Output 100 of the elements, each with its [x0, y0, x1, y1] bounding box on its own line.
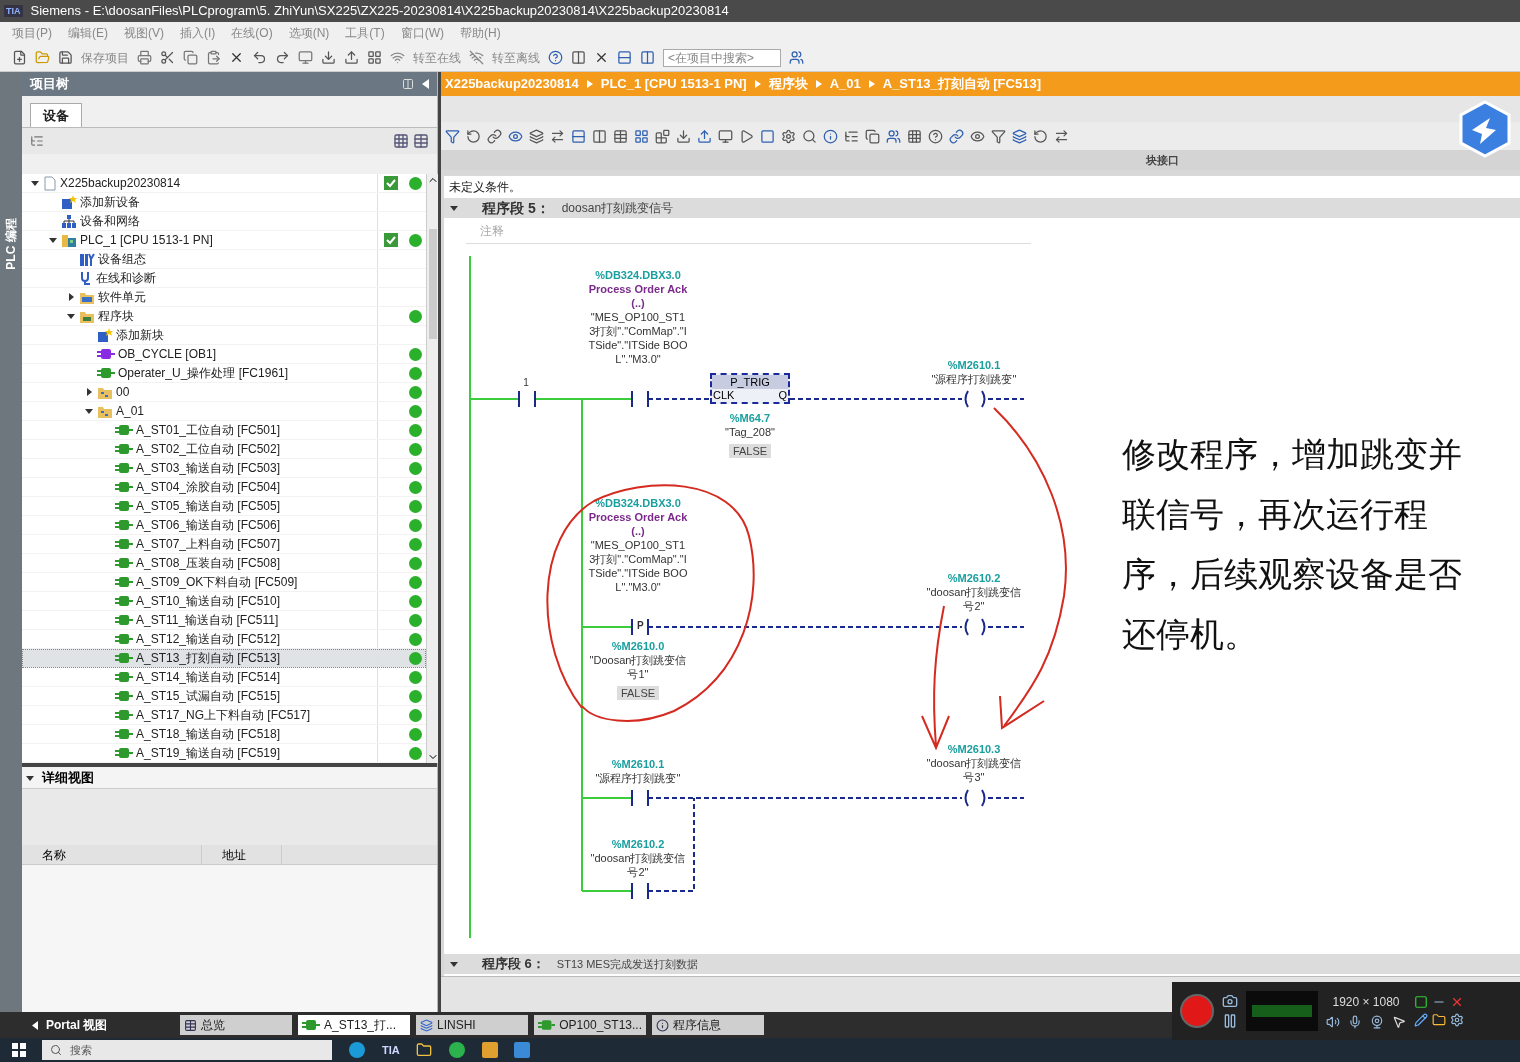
split-icon[interactable] — [571, 50, 586, 65]
toolbar-tool-icon[interactable] — [823, 128, 838, 144]
tree-item[interactable]: 设备和网络 — [22, 212, 426, 231]
tree-item[interactable]: A_ST07_上料自动 [FC507] — [22, 535, 426, 554]
collapse-arrow-icon[interactable] — [450, 960, 458, 968]
toolbar-tool-icon[interactable] — [634, 128, 649, 144]
toolbar-tool-icon[interactable] — [445, 128, 460, 144]
close-icon[interactable] — [594, 50, 609, 65]
collapse-arrow-icon[interactable] — [26, 773, 34, 782]
toolbar-tool-icon[interactable] — [487, 128, 502, 144]
users-icon[interactable] — [789, 50, 804, 65]
paste-icon[interactable] — [206, 50, 221, 65]
new-file-icon[interactable] — [12, 50, 27, 65]
collapse-arrow-icon[interactable] — [450, 204, 458, 212]
contact[interactable] — [631, 789, 649, 807]
side-tab[interactable]: PLC 编程 — [2, 218, 20, 270]
toolbar-tool-icon[interactable] — [802, 128, 817, 144]
p-trig-box[interactable]: P_TRIG CLK Q — [710, 373, 790, 404]
editor-tab[interactable]: LINSHI — [416, 1015, 528, 1035]
toolbar-tool-icon[interactable] — [676, 128, 691, 144]
tree-item[interactable]: A_ST09_OK下料自动 [FC509] — [22, 573, 426, 592]
collapse-panel-icon[interactable] — [422, 79, 429, 89]
toolbar-tool-icon[interactable] — [571, 128, 586, 144]
folder-icon[interactable] — [415, 1042, 432, 1058]
toolbar-tool-icon[interactable] — [718, 128, 733, 144]
tree-item[interactable]: A_ST08_压装自动 [FC508] — [22, 554, 426, 573]
project-search-field[interactable]: <在项目中搜索> — [663, 48, 781, 67]
coil[interactable] — [964, 618, 986, 636]
horizontal-split-icon[interactable] — [617, 50, 632, 65]
tree-item[interactable]: A_ST15_试漏自动 [FC515] — [22, 687, 426, 706]
editor-tab[interactable]: 程序信息 — [652, 1015, 764, 1035]
tree-item[interactable]: 添加新块 — [22, 326, 426, 345]
toolbar-tool-icon[interactable] — [1033, 128, 1048, 144]
editor-tab[interactable]: A_ST13_打... — [298, 1015, 410, 1035]
delete-icon[interactable] — [229, 50, 244, 65]
toolbar-tool-icon[interactable] — [550, 128, 565, 144]
contact[interactable] — [631, 882, 649, 900]
toolbar-tool-icon[interactable] — [970, 128, 985, 144]
collapse-arrow-icon[interactable] — [67, 312, 75, 320]
edge-browser-icon[interactable] — [348, 1041, 366, 1059]
toolbar-tool-icon[interactable] — [655, 128, 670, 144]
save-icon[interactable] — [58, 50, 73, 65]
offline-icon[interactable] — [469, 50, 484, 65]
grid-icon[interactable] — [393, 133, 409, 149]
scrollbar-thumb[interactable] — [429, 228, 437, 339]
tree-item[interactable]: A_ST04_涂胶自动 [FC504] — [22, 478, 426, 497]
editor-tab[interactable]: 总览 — [180, 1015, 292, 1035]
tree-item[interactable]: 程序块 — [22, 307, 426, 326]
pointer-icon[interactable] — [1392, 1015, 1406, 1029]
collapse-arrow-icon[interactable] — [31, 179, 39, 187]
toolbar-tool-icon[interactable] — [781, 128, 796, 144]
toolbar-tool-icon[interactable] — [760, 128, 775, 144]
windows-logo-icon[interactable] — [12, 1043, 26, 1057]
photos-app-icon[interactable] — [513, 1042, 530, 1058]
column-header[interactable]: 名称 — [22, 845, 202, 864]
toolbar-tool-icon[interactable] — [739, 128, 754, 144]
vertical-split-icon[interactable] — [640, 50, 655, 65]
devices-tab[interactable]: 设备 — [30, 103, 82, 127]
tree-item[interactable]: 添加新设备 — [22, 193, 426, 212]
cut-icon[interactable] — [160, 50, 175, 65]
tree-item[interactable]: A_ST02_工位自动 [FC502] — [22, 440, 426, 459]
toolbar-tool-icon[interactable] — [613, 128, 628, 144]
collapse-arrow-icon[interactable] — [49, 236, 57, 244]
tree-item[interactable]: 软件单元 — [22, 288, 426, 307]
print-icon[interactable] — [137, 50, 152, 65]
editor-tab[interactable]: OP100_ST13... — [534, 1015, 646, 1035]
layout-icon[interactable] — [402, 78, 414, 90]
coil[interactable] — [964, 789, 986, 807]
tree-item[interactable]: A_ST06_输送自动 [FC506] — [22, 516, 426, 535]
toolbar-tool-icon[interactable] — [1012, 128, 1027, 144]
online-icon[interactable] — [390, 50, 405, 65]
speaker-icon[interactable] — [1326, 1015, 1340, 1029]
chat-app-icon[interactable] — [447, 1041, 466, 1059]
collapse-arrow-icon[interactable] — [85, 407, 93, 415]
toolbar-tool-icon[interactable] — [844, 128, 859, 144]
grid-icon[interactable] — [367, 50, 382, 65]
microphone-icon[interactable] — [1348, 1015, 1362, 1029]
tree-item[interactable]: Operater_U_操作处理 [FC1961] — [22, 364, 426, 383]
help-icon[interactable] — [548, 50, 563, 65]
tree-item[interactable]: A_ST05_输送自动 [FC505] — [22, 497, 426, 516]
expand-arrow-icon[interactable] — [67, 293, 75, 301]
tree-item[interactable]: A_01 — [22, 402, 426, 421]
table-icon[interactable] — [413, 133, 429, 149]
redo-icon[interactable] — [275, 50, 290, 65]
network-header[interactable]: 程序段 6： ST13 MES完成发送打刻数据 — [444, 954, 1520, 974]
tree-item[interactable]: 设备组态 — [22, 250, 426, 269]
toolbar-tool-icon[interactable] — [991, 128, 1006, 144]
expand-arrow-icon[interactable] — [85, 388, 93, 396]
tree-item[interactable]: A_ST03_输送自动 [FC503] — [22, 459, 426, 478]
list-icon[interactable] — [30, 134, 44, 148]
window-icon[interactable] — [1414, 995, 1428, 1009]
toolbar-tool-icon[interactable] — [1054, 128, 1069, 144]
record-button[interactable] — [1180, 994, 1214, 1028]
coil[interactable] — [964, 390, 986, 408]
tree-item[interactable]: X225backup20230814 — [22, 174, 426, 193]
settings-icon[interactable] — [1450, 1013, 1464, 1027]
tree-item[interactable]: A_ST13_打刻自动 [FC513] — [22, 649, 426, 668]
toolbar-tool-icon[interactable] — [949, 128, 964, 144]
tree-item[interactable]: PLC_1 [CPU 1513-1 PN] — [22, 231, 426, 250]
toolbar-tool-icon[interactable] — [697, 128, 712, 144]
